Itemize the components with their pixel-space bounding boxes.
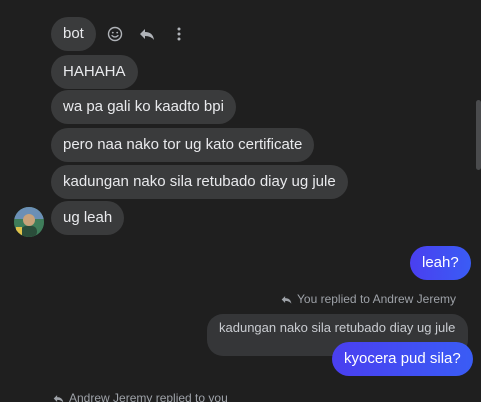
chat-thread: bot HAHAHA wa pa gali ko kaadto bpi pero…	[0, 0, 481, 402]
message-bubble-incoming[interactable]: HAHAHA	[51, 55, 138, 89]
message-actions	[105, 22, 189, 46]
reply-arrow-icon	[281, 295, 292, 304]
more-options-icon[interactable]	[169, 24, 189, 44]
reply-arrow-icon	[53, 394, 64, 402]
message-bubble-outgoing[interactable]: leah?	[410, 246, 471, 280]
scrollbar[interactable]	[476, 100, 481, 170]
reply-notice-text: Andrew Jeremy replied to you	[69, 391, 228, 402]
reply-notice-text: You replied to Andrew Jeremy	[297, 292, 456, 306]
avatar[interactable]	[14, 207, 44, 237]
message-bubble-incoming[interactable]: bot	[51, 17, 96, 51]
reply-notice: You replied to Andrew Jeremy	[280, 292, 456, 306]
react-icon[interactable]	[105, 24, 125, 44]
message-bubble-incoming[interactable]: ug leah	[51, 201, 125, 235]
reply-icon[interactable]	[137, 24, 157, 44]
message-bubble-incoming[interactable]: pero naa nako tor ug kato certificate	[51, 128, 315, 162]
message-bubble-incoming[interactable]: kadungan nako sila retubado diay ug jule	[51, 165, 348, 199]
message-bubble-incoming[interactable]: wa pa gali ko kaadto bpi	[51, 90, 236, 124]
message-bubble-outgoing[interactable]: kyocera pud sila?	[332, 342, 473, 376]
reply-notice: Andrew Jeremy replied to you	[52, 391, 228, 402]
